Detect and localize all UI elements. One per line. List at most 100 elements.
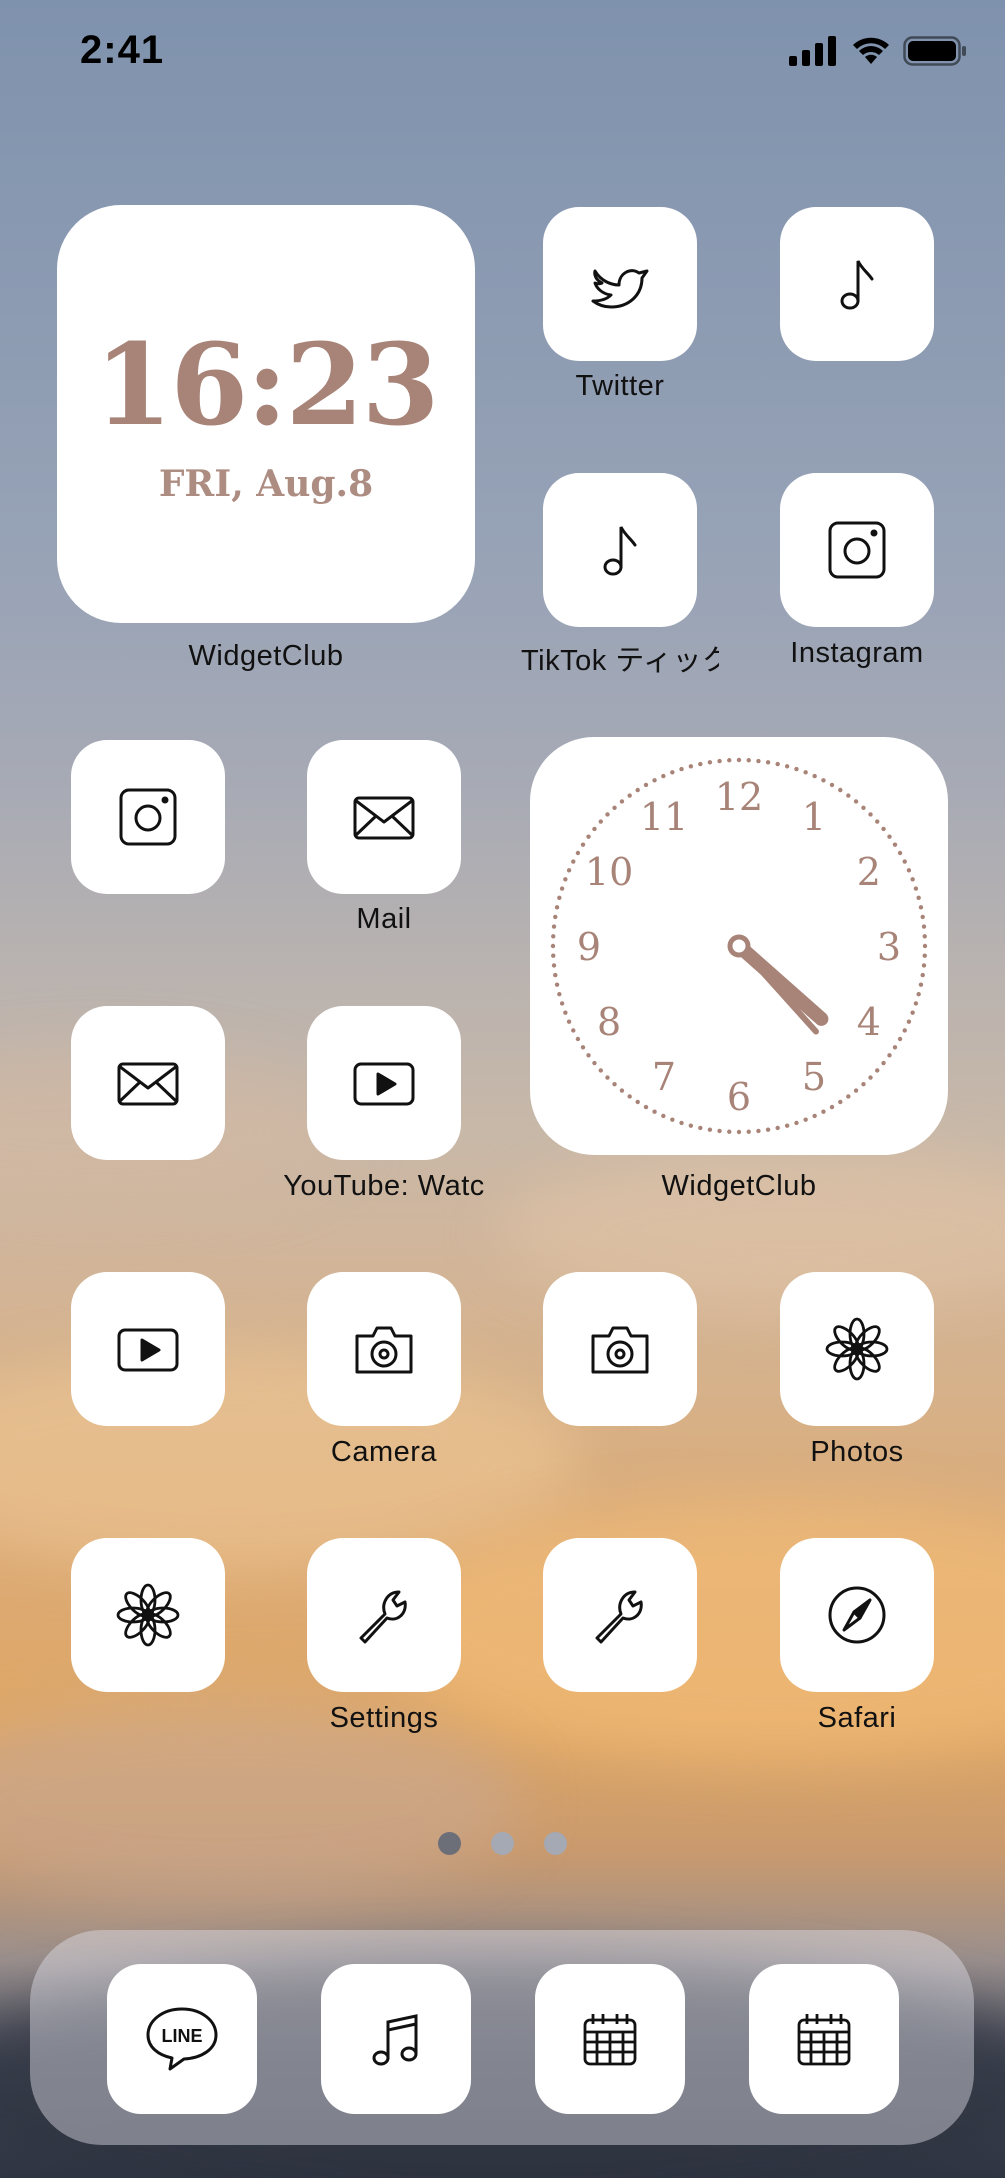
clock-tick [698,1125,703,1131]
clock-tick [803,770,808,775]
widget-time: 16:23 [94,320,439,451]
clock-tick [892,842,898,847]
clock-numeral: 11 [640,795,688,839]
app-mail-2[interactable] [71,1006,225,1160]
clock-tick [605,812,610,817]
clock-widget-label: WidgetClub [188,640,344,672]
camera-icon [591,1326,649,1374]
app-instagram-2[interactable] [71,740,225,894]
clock-tick [736,757,742,763]
clock-widget[interactable]: 16:23 FRI, Aug.8 [57,205,475,623]
clock-tick [902,1028,907,1033]
clock-tick [897,1036,903,1042]
app-safari[interactable] [780,1538,934,1692]
clock-tick [756,1128,761,1134]
clock-tick [868,812,873,817]
page-dot-current[interactable] [438,1832,461,1855]
line-text: LINE [161,2026,202,2046]
clock-tick [756,758,761,764]
clock-tick [586,834,591,839]
clock-tick [736,1129,742,1135]
music-note-icon [603,526,637,576]
clock-numeral: 1 [802,795,826,839]
clock-tick [559,886,565,891]
clock-tick [922,943,928,949]
dock-app-calendar-2[interactable] [749,1964,899,2114]
clock-tick [794,1120,799,1126]
page-dot[interactable] [491,1832,514,1855]
clock-tick [554,905,560,910]
clock-tick [571,859,576,864]
dock-app-music[interactable] [321,1964,471,2114]
app-tiktok[interactable] [543,473,697,627]
music-notes-icon [372,2014,418,2066]
clock-tick [635,1099,640,1105]
clock-tick [551,924,557,929]
clock-tick [553,914,558,920]
app-photos[interactable] [780,1272,934,1426]
app-photos-2[interactable] [71,1538,225,1692]
clock-tick [688,1123,694,1128]
clock-tick [921,963,927,968]
app-instagram[interactable] [780,473,934,627]
clock-numeral: 7 [652,1055,676,1099]
clock-tick [803,1117,808,1122]
app-youtube[interactable] [307,1006,461,1160]
clock-tick [922,934,927,939]
clock-tick [775,1125,780,1131]
clock-tick [635,787,640,793]
flower-icon [825,1317,889,1381]
clock-tick [861,805,866,810]
clock-tick [906,1019,912,1024]
app-mail[interactable] [307,740,461,894]
clock-tick [775,761,780,767]
clock-tick [612,805,617,810]
clock-tick [846,793,851,798]
clock-tick [906,868,912,873]
camera-square-icon [828,521,886,579]
clock-tick [717,758,722,764]
clock-tick [875,819,880,824]
app-settings[interactable] [307,1538,461,1692]
clock-tick [707,760,713,765]
hour-hand [732,939,829,1026]
clock-tick [551,963,557,968]
home-screen: 2:41 16:23 FRI, Aug.8 WidgetClub Twitter… [0,0,1005,2178]
app-label: Settings [329,1702,439,1734]
app-music[interactable] [780,207,934,361]
battery-icon [903,36,966,66]
clock-tick [566,1019,572,1024]
clock-tick [619,799,625,804]
clock-tick [557,991,562,997]
clock-tick [918,905,924,910]
clock-tick [679,766,684,772]
clock-tick [838,787,843,793]
clock-tick [918,982,924,987]
app-camera[interactable] [307,1272,461,1426]
clock-tick [921,924,927,929]
clock-tick [765,760,771,765]
page-dot[interactable] [544,1832,567,1855]
clock-numeral: 12 [715,775,763,819]
clock-tick [922,953,927,958]
app-camera-2[interactable] [543,1272,697,1426]
clock-tick [897,850,903,856]
camera-icon [355,1326,413,1374]
app-youtube-2[interactable] [71,1272,225,1426]
clock-tick [881,826,886,832]
clock-tick [920,972,925,978]
clock-tick [553,972,558,978]
clock-tick [861,1082,866,1087]
dock-app-calendar[interactable] [535,1964,685,2114]
clock-tick [652,1109,657,1114]
app-settings-2[interactable] [543,1538,697,1692]
clock-tick [794,766,799,772]
clock-tick [559,1001,565,1006]
analog-clock-widget[interactable]: 12 1 2 3 4 5 6 7 8 9 10 11 [530,737,948,1155]
music-note-icon [840,260,874,310]
clock-tick [727,1129,732,1134]
envelope-icon [117,1062,179,1106]
page-indicator[interactable] [0,1832,1005,1855]
app-twitter[interactable] [543,207,697,361]
dock-app-line[interactable]: LINE [107,1964,257,2114]
